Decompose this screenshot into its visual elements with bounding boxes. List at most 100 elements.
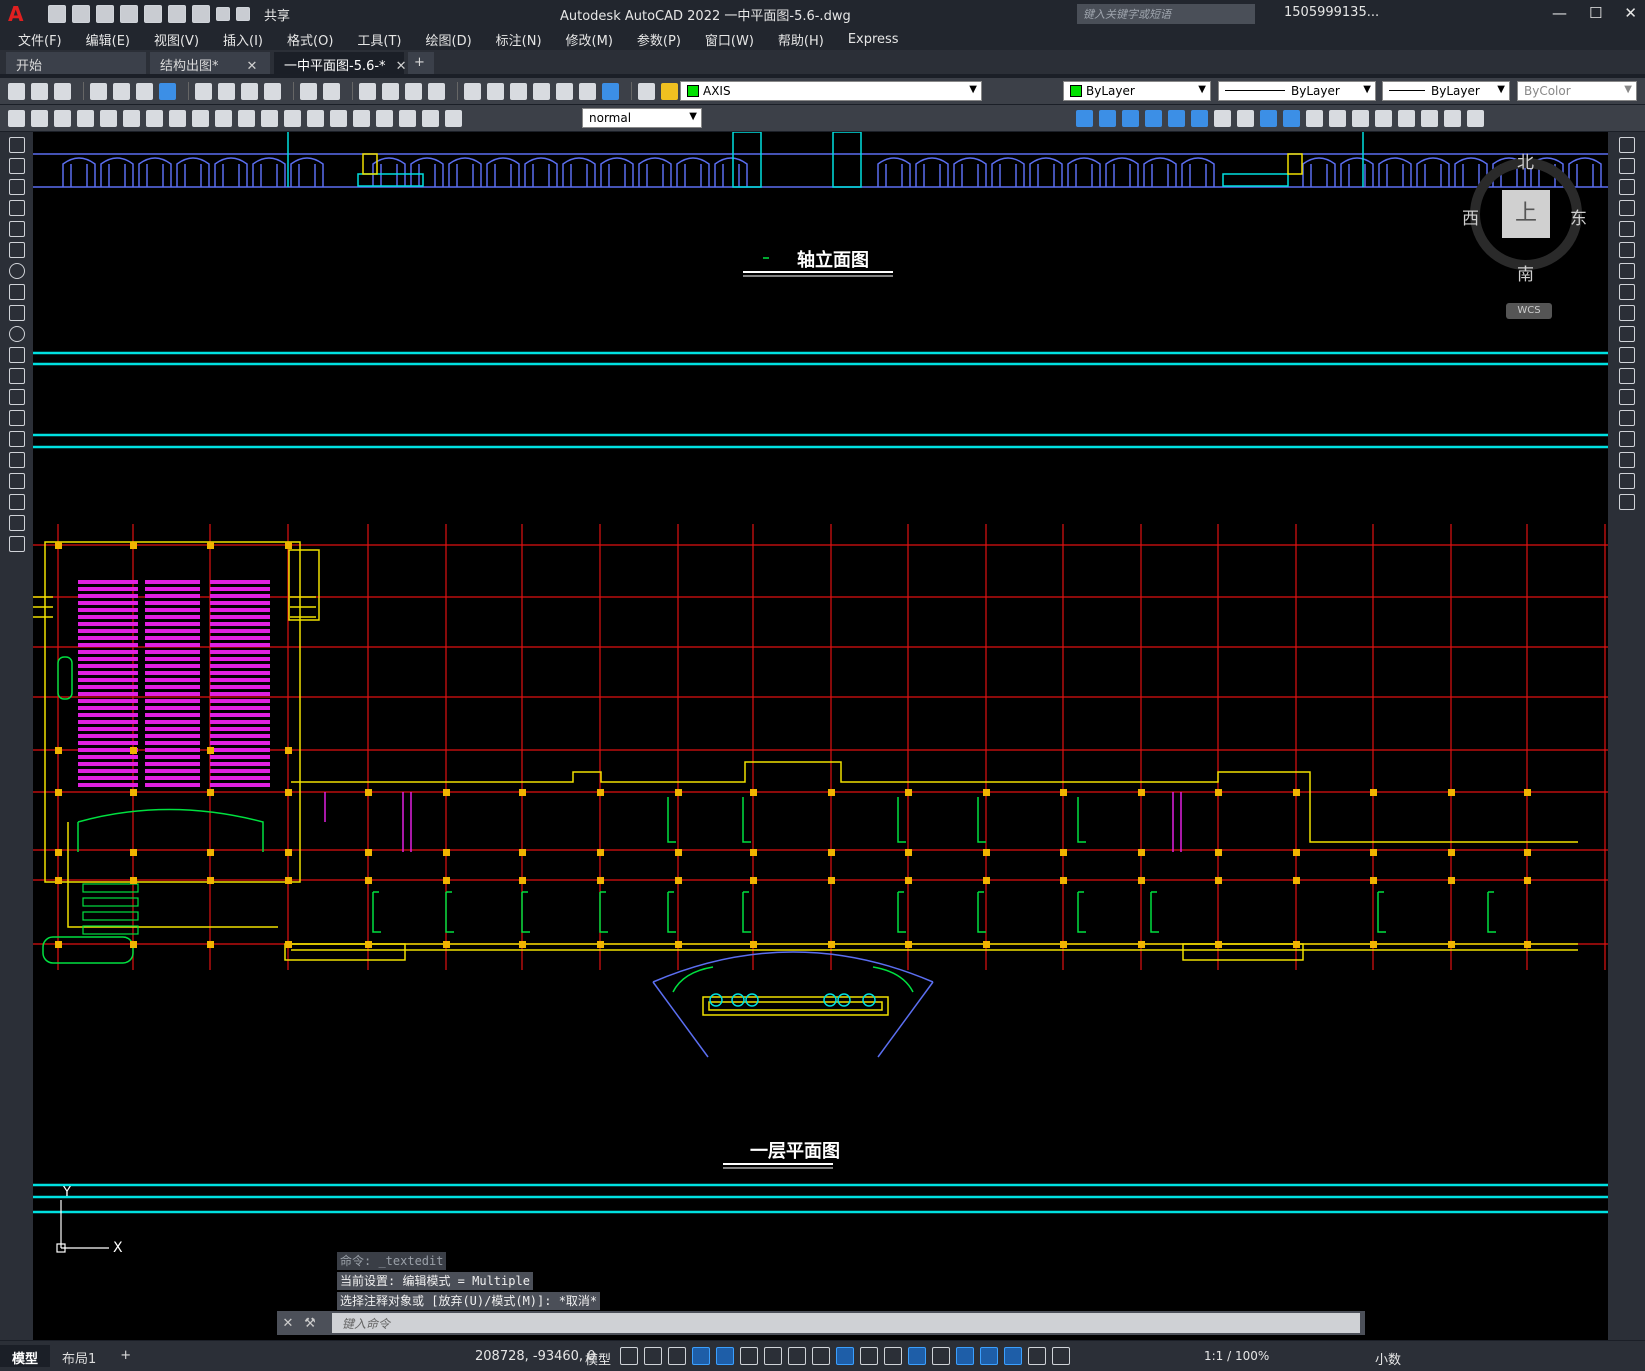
menu-format[interactable]: 格式(O): [287, 30, 333, 49]
view-right-icon[interactable]: [1145, 109, 1162, 127]
menu-window[interactable]: 窗口(W): [705, 30, 754, 49]
add-selected-icon[interactable]: [8, 536, 25, 552]
web-mobile-icon[interactable]: [144, 5, 162, 23]
selection-filter-icon[interactable]: [956, 1347, 974, 1365]
trim-icon[interactable]: [1618, 326, 1635, 342]
annotation-scale[interactable]: 1:1 / 100%: [1204, 1349, 1269, 1363]
array-icon[interactable]: [1618, 221, 1635, 237]
dim-space-icon[interactable]: [261, 109, 278, 127]
drawing-canvas[interactable]: 轴立面图 一层平面图 Y X: [33, 132, 1608, 1340]
units-dropdown[interactable]: 小数: [1375, 1349, 1401, 1368]
dim-baseline-icon[interactable]: [215, 109, 232, 127]
menu-modify[interactable]: 修改(M): [566, 30, 613, 49]
calculator-icon[interactable]: [579, 82, 596, 100]
menu-view[interactable]: 视图(V): [154, 30, 199, 49]
layer-dropdown[interactable]: AXIS ▼: [680, 81, 982, 101]
menu-insert[interactable]: 插入(I): [223, 30, 263, 49]
search-input[interactable]: 键入关键字或短语: [1077, 4, 1255, 24]
redo-icon[interactable]: [323, 82, 340, 100]
user-account[interactable]: 1505999135...: [1284, 5, 1379, 20]
menu-edit[interactable]: 编辑(E): [86, 30, 130, 49]
copy-icon[interactable]: [218, 82, 235, 100]
render-icon[interactable]: [1329, 109, 1346, 127]
dim-radius-icon[interactable]: [100, 109, 117, 127]
fillet-icon[interactable]: [1618, 452, 1635, 468]
dim-jogged-icon[interactable]: [123, 109, 140, 127]
3d-osnap-icon[interactable]: [908, 1347, 926, 1365]
insert-block-icon[interactable]: [8, 368, 25, 384]
visual-style-icon[interactable]: [1306, 109, 1323, 127]
quick-dim-icon[interactable]: [192, 109, 209, 127]
new-file-icon[interactable]: [48, 5, 66, 23]
chamfer-icon[interactable]: [1618, 431, 1635, 447]
infer-constraints-icon[interactable]: [668, 1347, 686, 1365]
maximize-button[interactable]: ☐: [1589, 4, 1602, 22]
snap-icon[interactable]: [644, 1347, 662, 1365]
viewcube-top-face[interactable]: 上: [1502, 190, 1550, 238]
match-properties-icon[interactable]: [264, 82, 281, 100]
tolerance-icon[interactable]: [307, 109, 324, 127]
mirror-icon[interactable]: [1618, 179, 1635, 195]
dim-aligned-icon[interactable]: [31, 109, 48, 127]
object-snap-tracking-icon[interactable]: [788, 1347, 806, 1365]
dim-break-icon[interactable]: [284, 109, 301, 127]
view-top-icon[interactable]: [1076, 109, 1093, 127]
extend-icon[interactable]: [1618, 347, 1635, 363]
compass-west[interactable]: 西: [1462, 204, 1479, 229]
isodraft-icon[interactable]: [764, 1347, 782, 1365]
view-left-icon[interactable]: [1122, 109, 1139, 127]
revision-cloud-icon[interactable]: [8, 284, 25, 300]
dim-update-icon[interactable]: [445, 109, 462, 127]
close-command-line-icon[interactable]: ✕: [277, 1316, 299, 1331]
polygon-icon[interactable]: [8, 200, 25, 216]
redo-icon[interactable]: [236, 7, 250, 21]
view-bottom-icon[interactable]: [1099, 109, 1116, 127]
dim-edit-icon[interactable]: [399, 109, 416, 127]
table-icon[interactable]: [8, 494, 25, 510]
customize-wrench-icon[interactable]: ⚒: [299, 1316, 321, 1331]
circle-icon[interactable]: [8, 263, 25, 279]
menu-help[interactable]: 帮助(H): [778, 30, 824, 49]
polar-icon[interactable]: [740, 1347, 758, 1365]
minimize-button[interactable]: —: [1552, 4, 1567, 22]
open-file-icon[interactable]: [72, 5, 90, 23]
selection-cycling-icon[interactable]: [884, 1347, 902, 1365]
construction-line-icon[interactable]: [8, 158, 25, 174]
inspect-icon[interactable]: [353, 109, 370, 127]
object-snap-icon[interactable]: [812, 1347, 830, 1365]
dim-ordinate-icon[interactable]: [77, 109, 94, 127]
layer-properties-icon[interactable]: [638, 82, 655, 100]
free-orbit-icon[interactable]: [1237, 109, 1254, 127]
jogged-linear-icon[interactable]: [376, 109, 393, 127]
mtext-icon[interactable]: [8, 515, 25, 531]
dynamic-ucs-icon[interactable]: [932, 1347, 950, 1365]
ucs-icon[interactable]: [1467, 109, 1484, 127]
tab-structure[interactable]: 结构出图* ✕: [150, 52, 270, 74]
polyline-icon[interactable]: [8, 179, 25, 195]
break-point-icon[interactable]: [1618, 368, 1635, 384]
dim-text-edit-icon[interactable]: [422, 109, 439, 127]
join-icon[interactable]: [1618, 410, 1635, 426]
menu-dimension[interactable]: 标注(N): [496, 30, 542, 49]
save-icon[interactable]: [96, 5, 114, 23]
blend-icon[interactable]: [1618, 473, 1635, 489]
add-layout-button[interactable]: +: [108, 1345, 143, 1367]
wcs-menu-button[interactable]: WCS: [1506, 303, 1552, 319]
viewcube[interactable]: 上 北 南 东 西 WCS: [1462, 148, 1590, 319]
preview-icon[interactable]: [113, 82, 130, 100]
tab-close-icon[interactable]: ✕: [247, 59, 258, 74]
transparency-icon[interactable]: [860, 1347, 878, 1365]
line-icon[interactable]: [8, 137, 25, 153]
stretch-icon[interactable]: [1618, 305, 1635, 321]
grid-icon[interactable]: [620, 1347, 638, 1365]
compass-south[interactable]: 南: [1517, 260, 1534, 285]
save-as-icon[interactable]: [120, 5, 138, 23]
spline-icon[interactable]: [8, 305, 25, 321]
annotation-visibility-icon[interactable]: [1004, 1347, 1022, 1365]
lineweight-icon[interactable]: [836, 1347, 854, 1365]
gizmo-icon[interactable]: [980, 1347, 998, 1365]
cut-icon[interactable]: [195, 82, 212, 100]
markup-icon[interactable]: [556, 82, 573, 100]
autocad-logo-icon[interactable]: A: [8, 2, 32, 26]
compass-north[interactable]: 北: [1517, 148, 1534, 173]
